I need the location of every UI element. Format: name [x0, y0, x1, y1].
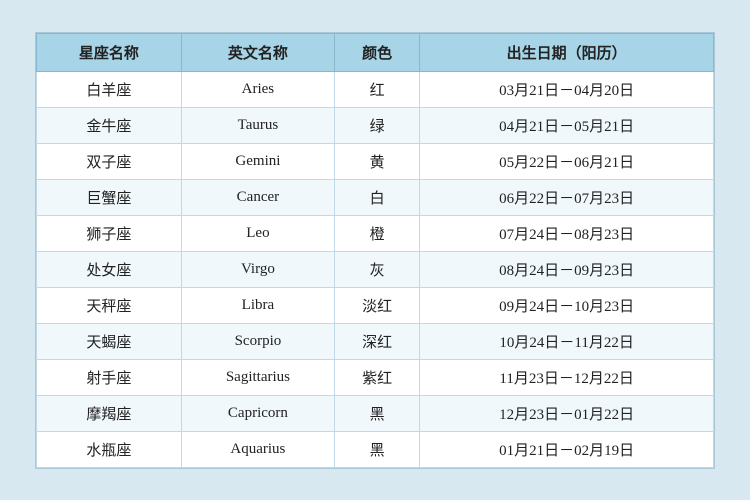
cell-color: 橙 — [334, 215, 419, 251]
cell-chinese-name: 处女座 — [37, 251, 182, 287]
table-row: 水瓶座Aquarius黑01月21日－02月19日 — [37, 431, 714, 467]
cell-color: 淡红 — [334, 287, 419, 323]
cell-dates: 11月23日－12月22日 — [420, 359, 714, 395]
cell-english-name: Libra — [181, 287, 334, 323]
zodiac-table-container: 星座名称 英文名称 颜色 出生日期（阳历） 白羊座Aries红03月21日－04… — [35, 32, 715, 469]
cell-english-name: Taurus — [181, 107, 334, 143]
cell-chinese-name: 金牛座 — [37, 107, 182, 143]
cell-color: 黄 — [334, 143, 419, 179]
cell-chinese-name: 天蝎座 — [37, 323, 182, 359]
cell-color: 黑 — [334, 395, 419, 431]
header-color: 颜色 — [334, 33, 419, 71]
cell-english-name: Cancer — [181, 179, 334, 215]
header-english-name: 英文名称 — [181, 33, 334, 71]
cell-color: 紫红 — [334, 359, 419, 395]
cell-dates: 01月21日－02月19日 — [420, 431, 714, 467]
cell-color: 白 — [334, 179, 419, 215]
table-row: 天秤座Libra淡红09月24日－10月23日 — [37, 287, 714, 323]
table-row: 金牛座Taurus绿04月21日－05月21日 — [37, 107, 714, 143]
cell-english-name: Sagittarius — [181, 359, 334, 395]
table-body: 白羊座Aries红03月21日－04月20日金牛座Taurus绿04月21日－0… — [37, 71, 714, 467]
cell-dates: 09月24日－10月23日 — [420, 287, 714, 323]
cell-chinese-name: 白羊座 — [37, 71, 182, 107]
cell-color: 红 — [334, 71, 419, 107]
cell-chinese-name: 巨蟹座 — [37, 179, 182, 215]
table-row: 处女座Virgo灰08月24日－09月23日 — [37, 251, 714, 287]
cell-dates: 08月24日－09月23日 — [420, 251, 714, 287]
cell-color: 深红 — [334, 323, 419, 359]
cell-english-name: Scorpio — [181, 323, 334, 359]
cell-dates: 05月22日－06月21日 — [420, 143, 714, 179]
cell-dates: 06月22日－07月23日 — [420, 179, 714, 215]
cell-chinese-name: 天秤座 — [37, 287, 182, 323]
cell-color: 灰 — [334, 251, 419, 287]
cell-chinese-name: 射手座 — [37, 359, 182, 395]
cell-color: 绿 — [334, 107, 419, 143]
cell-color: 黑 — [334, 431, 419, 467]
table-row: 巨蟹座Cancer白06月22日－07月23日 — [37, 179, 714, 215]
cell-dates: 04月21日－05月21日 — [420, 107, 714, 143]
table-row: 摩羯座Capricorn黑12月23日－01月22日 — [37, 395, 714, 431]
header-dates: 出生日期（阳历） — [420, 33, 714, 71]
table-header-row: 星座名称 英文名称 颜色 出生日期（阳历） — [37, 33, 714, 71]
cell-dates: 12月23日－01月22日 — [420, 395, 714, 431]
table-row: 双子座Gemini黄05月22日－06月21日 — [37, 143, 714, 179]
cell-english-name: Virgo — [181, 251, 334, 287]
cell-chinese-name: 双子座 — [37, 143, 182, 179]
cell-english-name: Leo — [181, 215, 334, 251]
header-chinese-name: 星座名称 — [37, 33, 182, 71]
cell-chinese-name: 狮子座 — [37, 215, 182, 251]
cell-english-name: Aries — [181, 71, 334, 107]
cell-english-name: Capricorn — [181, 395, 334, 431]
table-row: 白羊座Aries红03月21日－04月20日 — [37, 71, 714, 107]
cell-dates: 03月21日－04月20日 — [420, 71, 714, 107]
cell-dates: 10月24日－11月22日 — [420, 323, 714, 359]
zodiac-table: 星座名称 英文名称 颜色 出生日期（阳历） 白羊座Aries红03月21日－04… — [36, 33, 714, 468]
cell-chinese-name: 水瓶座 — [37, 431, 182, 467]
table-row: 狮子座Leo橙07月24日－08月23日 — [37, 215, 714, 251]
table-row: 天蝎座Scorpio深红10月24日－11月22日 — [37, 323, 714, 359]
cell-dates: 07月24日－08月23日 — [420, 215, 714, 251]
cell-chinese-name: 摩羯座 — [37, 395, 182, 431]
cell-english-name: Gemini — [181, 143, 334, 179]
cell-english-name: Aquarius — [181, 431, 334, 467]
table-row: 射手座Sagittarius紫红11月23日－12月22日 — [37, 359, 714, 395]
